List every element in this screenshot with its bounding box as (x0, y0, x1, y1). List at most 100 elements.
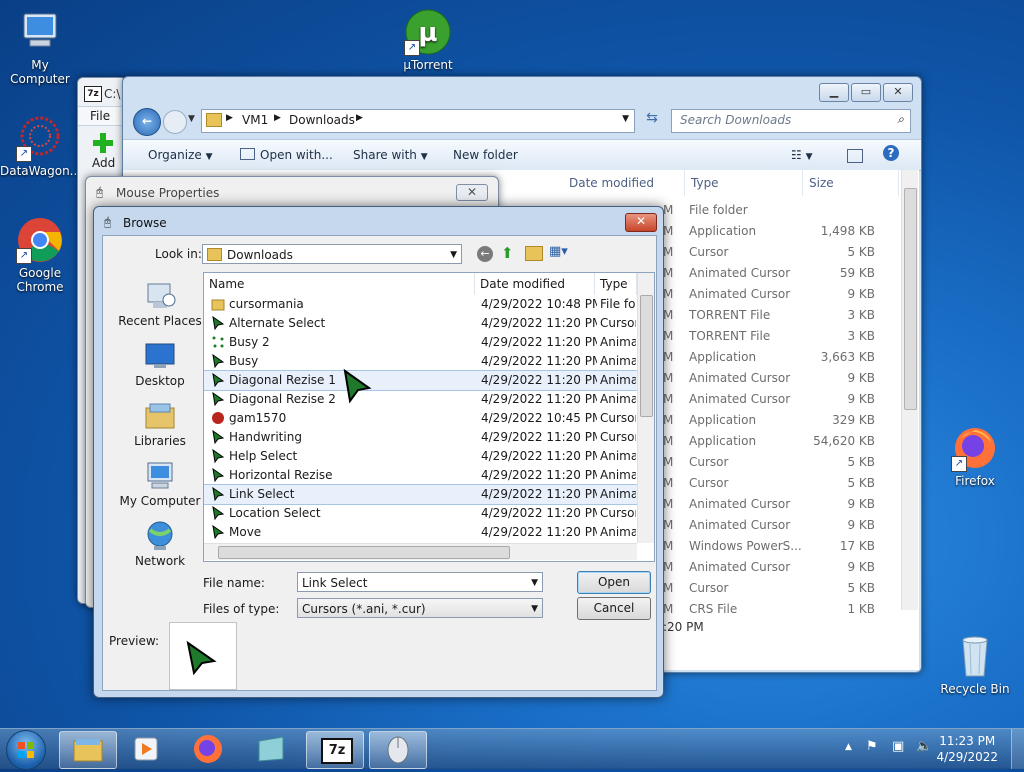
file-date: 4/29/2022 11:20 PM (481, 525, 597, 539)
file-date: 4/29/2022 11:20 PM (481, 316, 597, 330)
file-row[interactable]: Diagonal Rezise 2 4/29/2022 11:20 PM Anima (204, 390, 637, 409)
vertical-scrollbar[interactable] (901, 170, 918, 610)
search-icon[interactable]: ⌕ (897, 112, 904, 127)
desktop-icon-recycle-bin[interactable]: Recycle Bin (935, 632, 1015, 696)
share-with-button[interactable]: Share with ▼ (353, 148, 428, 162)
show-desktop-button[interactable] (1011, 729, 1024, 769)
taskbar-app[interactable] (243, 731, 299, 767)
utorrent-icon: µ ↗ (404, 8, 452, 56)
vertical-scrollbar[interactable] (637, 273, 654, 543)
refresh-icon[interactable]: ⇆ (641, 110, 663, 130)
file-row[interactable]: Busy 4/29/2022 11:20 PM Anima (204, 352, 637, 371)
desktop-icon-datawagon[interactable]: ↗ DataWagon... (0, 114, 81, 178)
taskbar-7zip[interactable]: 7z (306, 731, 364, 769)
shortcut-arrow-icon: ↗ (404, 40, 420, 56)
scrollbar-thumb[interactable] (218, 546, 510, 559)
browse-dialog[interactable]: 🖰 Browse ✕ Look in: Downloads ▼ ← ⬆ ▦▾ R… (93, 206, 664, 698)
start-button[interactable] (6, 730, 46, 770)
column-size[interactable]: Size (803, 170, 899, 196)
network-tray-icon[interactable]: ▣ (892, 739, 904, 754)
file-type: Anima (600, 449, 636, 463)
help-icon[interactable]: ? (883, 145, 899, 161)
minimize-button[interactable]: ▁ (819, 83, 849, 102)
column-date-modified[interactable]: Date modified (563, 170, 685, 196)
file-row[interactable]: Link Select 4/29/2022 11:20 PM Anima (204, 484, 638, 505)
row-type-fragment: M (663, 350, 674, 364)
breadcrumb-separator-icon: ▶ (274, 113, 281, 123)
search-placeholder: Search Downloads (680, 113, 792, 127)
forward-button[interactable] (163, 110, 187, 134)
column-type[interactable]: Type (595, 273, 637, 295)
search-input[interactable]: Search Downloads ⌕ (671, 109, 911, 133)
volume-icon[interactable]: 🔈 (916, 739, 932, 754)
horizontal-scrollbar[interactable] (204, 543, 637, 560)
taskbar-media-player[interactable] (118, 731, 174, 767)
row-size: 9 KB (847, 497, 875, 511)
taskbar-explorer[interactable] (59, 731, 117, 769)
file-row[interactable]: Help Select 4/29/2022 11:20 PM Anima (204, 447, 637, 466)
desktop-icon-utorrent[interactable]: µ ↗ µTorrent (388, 8, 468, 72)
file-row[interactable]: Move 4/29/2022 11:20 PM Anima (204, 523, 637, 542)
up-folder-icon[interactable]: ⬆ (501, 244, 514, 262)
place-recent-places[interactable]: Recent Places (115, 280, 205, 328)
breadcrumb-downloads[interactable]: Downloads (289, 113, 355, 127)
recycle-bin-icon (951, 632, 999, 680)
shortcut-arrow-icon: ↗ (16, 146, 32, 162)
file-row[interactable]: gam1570 4/29/2022 10:45 PM Cursor (204, 409, 637, 428)
look-in-select[interactable]: Downloads ▼ (202, 244, 462, 264)
action-center-icon[interactable]: ⚑ (866, 739, 878, 754)
close-button[interactable]: ✕ (456, 184, 488, 201)
column-date-modified[interactable]: Date modified (475, 273, 595, 295)
file-row[interactable]: Diagonal Rezise 1 4/29/2022 11:20 PM Anima (204, 370, 638, 391)
open-with-button[interactable]: Open with... (240, 148, 333, 162)
cancel-button[interactable]: Cancel (577, 597, 651, 620)
preview-pane-icon[interactable] (847, 149, 863, 163)
folder-icon (207, 248, 222, 261)
close-button[interactable]: ✕ (883, 83, 913, 102)
column-type[interactable]: Type (685, 170, 803, 196)
new-folder-button[interactable]: New folder (453, 148, 518, 162)
file-row[interactable]: Busy 2 4/29/2022 11:20 PM Anima (204, 333, 637, 352)
show-hidden-icons-icon[interactable]: ▲ (845, 742, 852, 752)
taskbar-firefox[interactable] (180, 731, 236, 767)
place-libraries[interactable]: Libraries (115, 400, 205, 448)
desktop-icon-firefox[interactable]: ↗ Firefox (935, 424, 1015, 488)
back-icon[interactable]: ← (477, 246, 493, 262)
file-row[interactable]: Horizontal Rezise 4/29/2022 11:20 PM Anima (204, 466, 637, 485)
back-button[interactable]: ← (133, 108, 161, 136)
address-dropdown-icon[interactable]: ▼ (622, 114, 629, 124)
view-menu-icon[interactable]: ▦▾ (549, 244, 568, 259)
address-bar[interactable]: ▶ VM1 ▶ Downloads ▶ ▼ (201, 109, 635, 133)
history-dropdown-icon[interactable]: ▼ (188, 114, 195, 124)
place-desktop[interactable]: Desktop (115, 340, 205, 388)
add-icon[interactable] (92, 132, 114, 154)
organize-button[interactable]: Organize ▼ (148, 148, 213, 162)
file-type-select[interactable]: Cursors (*.ani, *.cur) ▼ (297, 598, 543, 618)
place-my-computer[interactable]: My Computer (115, 460, 205, 508)
close-button[interactable]: ✕ (625, 213, 657, 232)
new-folder-icon[interactable] (525, 246, 543, 261)
file-name-input[interactable]: Link Select ▼ (297, 572, 543, 592)
network-icon (144, 520, 176, 552)
file-row[interactable]: Alternate Select 4/29/2022 11:20 PM Cursor (204, 314, 637, 333)
column-name[interactable]: Name (204, 273, 475, 295)
desktop-icon-my-computer[interactable]: My Computer (0, 8, 80, 86)
file-type: Anima (600, 373, 636, 387)
place-network[interactable]: Network (115, 520, 205, 568)
view-options-icon[interactable]: ☷ ▼ (791, 148, 813, 162)
file-row[interactable]: Handwriting 4/29/2022 11:20 PM Cursor (204, 428, 637, 447)
taskbar-mouse-properties[interactable] (369, 731, 427, 769)
sevenzip-menu-file[interactable]: File (90, 109, 110, 123)
scrollbar-thumb[interactable] (904, 188, 917, 410)
sevenzip-add-label[interactable]: Add (92, 156, 115, 170)
file-name: Busy 2 (229, 335, 270, 349)
maximize-button[interactable]: ▭ (851, 83, 881, 102)
file-row[interactable]: cursormania 4/29/2022 10:48 PM File fol (204, 295, 637, 314)
scrollbar-thumb[interactable] (640, 295, 653, 417)
open-button[interactable]: Open (577, 571, 651, 594)
desktop-icon-chrome[interactable]: ↗ Google Chrome (0, 216, 80, 294)
file-name: Link Select (229, 487, 295, 501)
file-row[interactable]: Location Select 4/29/2022 11:20 PM Cursor (204, 504, 637, 523)
clock[interactable]: 11:23 PM 4/29/2022 (936, 733, 998, 765)
breadcrumb-vm1[interactable]: VM1 (242, 113, 268, 127)
